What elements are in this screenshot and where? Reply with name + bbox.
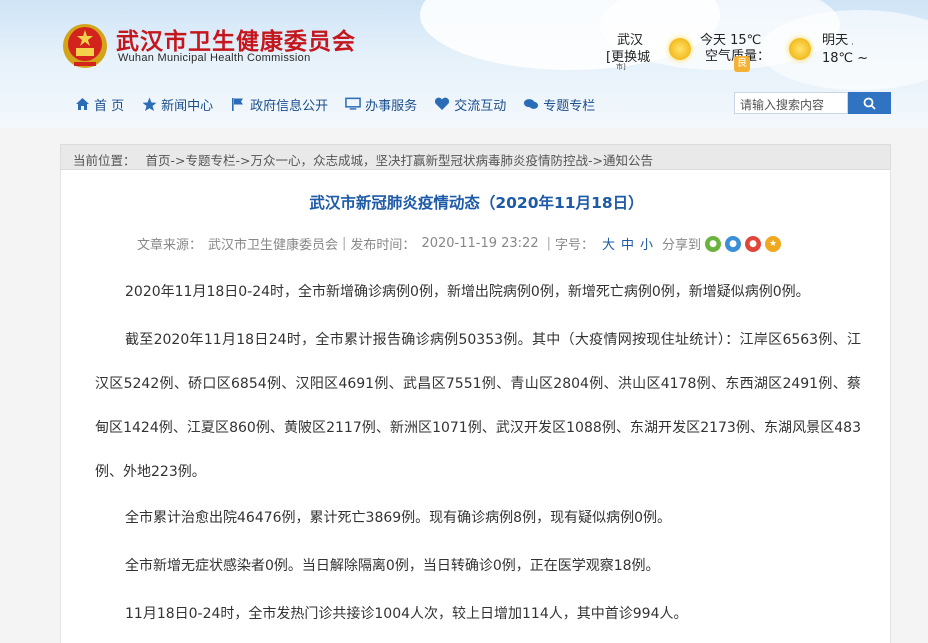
breadcrumb-path[interactable]: 首页->专题专栏->万众一心，众志成城，坚决打赢新型冠状病毒肺炎疫情防控战->通… [146,153,653,168]
font-size-large[interactable]: 大 [602,234,615,253]
weather-tomorrow-label: 明天 [822,33,849,48]
monitor-icon [345,96,361,112]
chat-icon [523,96,539,112]
meta-separator: | [342,236,347,251]
weather-today: 今天 15℃ [700,33,762,48]
article-source: 武汉市卫生健康委员会 [208,238,339,253]
switch-city-text[interactable]: [更换城 [606,49,650,66]
heart-icon [434,96,450,112]
nav-item-home[interactable]: 首 页 [74,95,124,114]
wechat-share-icon[interactable]: ● [705,235,722,252]
qq-share-icon[interactable]: ● [725,235,742,252]
font-size-medium[interactable]: 中 [621,234,634,253]
meta-separator: | [546,236,551,251]
article-paragraph: 全市累计治愈出院46476例，累计死亡3869例。现有确诊病例8例，现有疑似病例… [125,510,671,526]
article-paragraph: 全市新增无症状感染者0例。当日解除隔离0例，当日转确诊0例，正在医学观察18例。 [125,558,660,574]
article-meta: 文章来源： 武汉市卫生健康委员会 | 发布时间： 2020-11-19 23:2… [137,234,782,253]
nav-label[interactable]: 首 页 [94,95,124,114]
time-label: 发布时间： [350,238,416,253]
nav-item-interaction[interactable]: 交流互动 [434,95,506,114]
weibo-share-icon[interactable]: ● [745,235,762,252]
flag-icon [230,96,246,112]
nav-label[interactable]: 新闻中心 [161,95,213,114]
share-label: 分享到 [662,238,702,253]
site-title[interactable]: 武汉市卫生健康委员会 [116,22,356,56]
article-paragraph: 11月18日0-24时，全市发热门诊共接诊1004人次，较上日增加114人，其中… [125,606,688,622]
sunny-weather-icon [669,38,691,60]
nav-label[interactable]: 专题专栏 [543,95,595,114]
main-nav: 首 页 新闻中心 政府信息公开 办事服务 交流互动 专题专栏 [74,94,612,114]
site-header: 武汉市卫生健康委员会 Wuhan Municipal Health Commis… [0,0,928,128]
nav-item-services[interactable]: 办事服务 [345,95,417,114]
sunny-weather-icon-tomorrow [789,38,811,60]
air-quality-icon: 良 [734,56,750,72]
home-icon [74,96,90,112]
switch-city-text-2[interactable]: 市] [616,59,626,76]
nav-item-special[interactable]: 专题专栏 [523,95,595,114]
nav-item-news[interactable]: 新闻中心 [141,95,213,114]
source-label: 文章来源： [137,238,203,253]
nav-label[interactable]: 交流互动 [454,95,506,114]
search-button[interactable] [848,92,891,114]
search-input[interactable]: 请输入搜索内容 [734,92,848,114]
site-subtitle: Wuhan Municipal Health Commission [118,52,311,64]
fontsize-label: 字号： [554,238,594,253]
star-icon [141,96,157,112]
article-paragraph: 2020年11月18日0-24时，全市新增确诊病例0例，新增出院病例0例，新增死… [125,284,810,300]
article-content: 武汉市新冠肺炎疫情动态（2020年11月18日） 文章来源： 武汉市卫生健康委员… [60,170,891,643]
search-icon [863,97,876,110]
weather-tomorrow-temp: 18℃ ~ [822,51,869,66]
publish-time: 2020-11-19 23:22 [421,236,539,251]
switch-city-link[interactable]: [更换城 市] [606,49,650,71]
breadcrumb: 当前位置： 首页->专题专栏->万众一心，众志成城，坚决打赢新型冠状病毒肺炎疫情… [60,144,891,170]
nav-item-gov-info[interactable]: 政府信息公开 [230,95,328,114]
font-size-small[interactable]: 小 [640,234,653,253]
national-emblem-logo [63,24,107,68]
article-paragraph: 截至2020年11月18日24时，全市累计报告确诊病例50353例。其中（大疫情… [95,332,861,480]
qzone-share-icon[interactable]: ★ [765,235,782,252]
nav-label[interactable]: 办事服务 [365,95,417,114]
nav-label[interactable]: 政府信息公开 [250,95,328,114]
weather-city: 武汉 [616,33,643,48]
weather-city-block: 武汉 [614,32,646,49]
article-title: 武汉市新冠肺炎疫情动态（2020年11月18日） [309,194,644,212]
breadcrumb-label: 当前位置： [73,153,136,168]
